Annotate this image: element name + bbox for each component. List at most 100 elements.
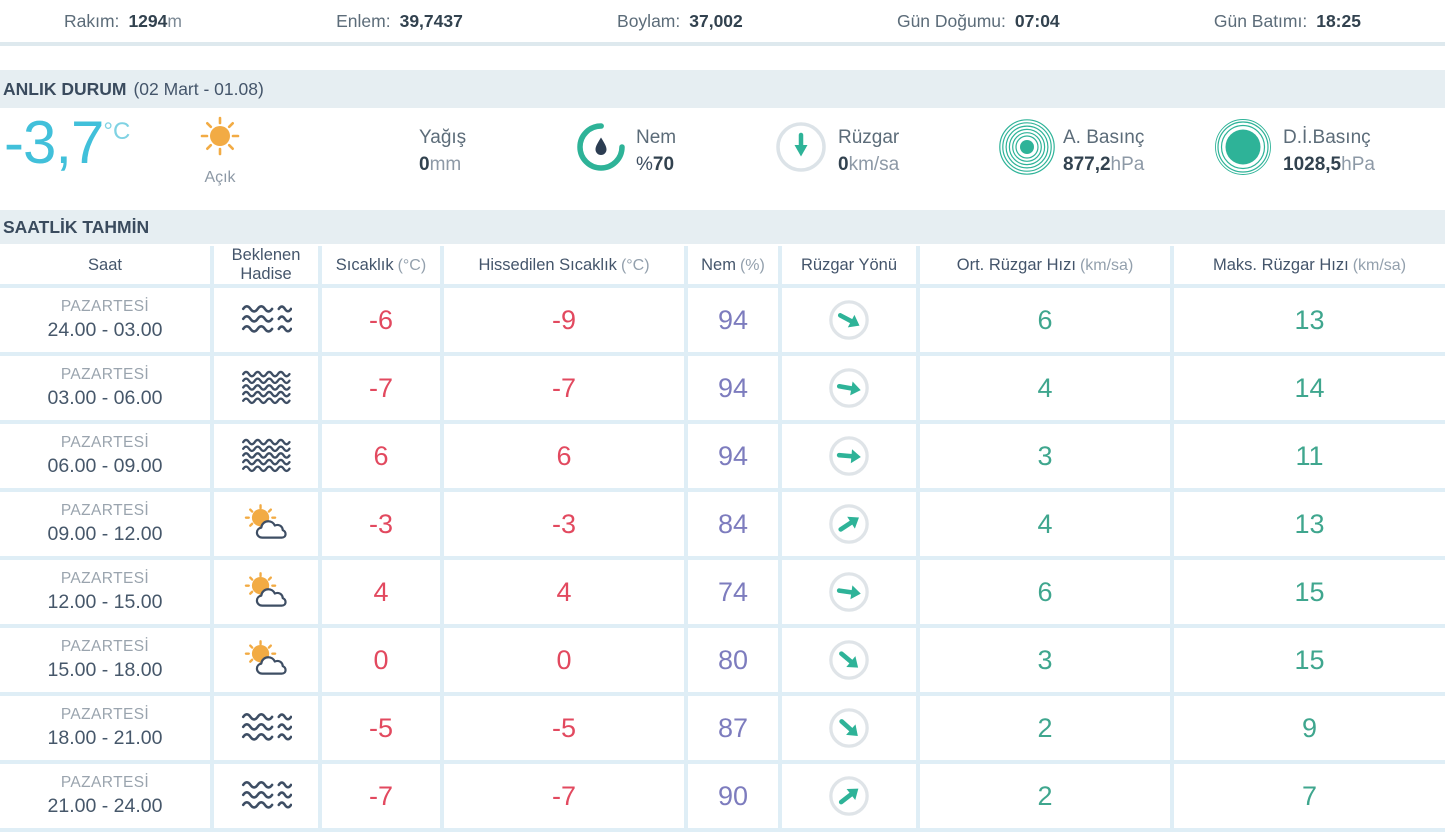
avg-wind-speed-value: 2 <box>920 764 1170 828</box>
day-label: PAZARTESİ <box>61 638 149 656</box>
fog-dense-icon <box>240 368 292 408</box>
wind-direction-cell <box>782 492 916 556</box>
wind-direction-arrow-icon <box>827 638 871 682</box>
humidity-value: 84 <box>688 492 778 556</box>
wind-label: Rüzgar <box>838 124 899 151</box>
avg-wind-speed-value: 6 <box>920 560 1170 624</box>
sun-cloud-icon <box>240 640 292 680</box>
day-label: PAZARTESİ <box>61 434 149 452</box>
col-header-time: Saat <box>0 246 210 284</box>
wind-direction-arrow-icon <box>827 706 871 750</box>
forecast-row-event-cell <box>214 356 318 420</box>
humidity-value: 74 <box>688 560 778 624</box>
wind-direction-arrow-icon <box>827 774 871 818</box>
wind-direction-cell <box>782 424 916 488</box>
feels-like-value: -3 <box>444 492 684 556</box>
time-range: 18.00 - 21.00 <box>48 727 163 750</box>
sunrise-value: 07:04 <box>1015 11 1060 31</box>
fog-patchy-icon <box>240 300 292 340</box>
sea-level-pressure-unit: hPa <box>1341 154 1375 175</box>
station-pressure-value: 877,2 <box>1063 154 1111 175</box>
humidity-gauge-icon <box>574 120 628 179</box>
section-title: ANLIK DURUM <box>3 79 126 100</box>
time-range: 03.00 - 06.00 <box>48 387 163 410</box>
max-wind-speed-value: 13 <box>1174 288 1445 352</box>
avg-wind-speed-value: 4 <box>920 492 1170 556</box>
wind-direction-arrow-icon <box>827 298 871 342</box>
section-title: SAATLİK TAHMİN <box>3 217 149 238</box>
col-header-feels-like: Hissedilen Sıcaklık(°C) <box>444 246 684 284</box>
station-pressure-metric: A. Basınç 877,2hPa <box>1063 124 1144 178</box>
fog-dense-icon <box>240 436 292 476</box>
longitude-stat: Boylam:37,002 <box>617 11 743 32</box>
sunrise-stat: Gün Doğumu:07:04 <box>897 11 1060 32</box>
max-wind-speed-value: 11 <box>1174 424 1445 488</box>
station-pressure-unit: hPa <box>1111 154 1145 175</box>
forecast-row-time-cell: PAZARTESİ 03.00 - 06.00 <box>0 356 210 420</box>
sunset-label: Gün Batımı: <box>1214 11 1307 31</box>
forecast-row-time-cell: PAZARTESİ 09.00 - 12.00 <box>0 492 210 556</box>
humidity-value: 80 <box>688 628 778 692</box>
current-temperature-unit: °C <box>103 120 130 174</box>
forecast-row-event-cell <box>214 424 318 488</box>
wind-value-line: 0km/sa <box>838 151 899 178</box>
wind-down-arrow-icon <box>774 120 828 179</box>
forecast-row-time-cell: PAZARTESİ 15.00 - 18.00 <box>0 628 210 692</box>
wind-unit: km/sa <box>849 154 900 175</box>
col-header-avg-wind: Ort. Rüzgar Hızı(km/sa) <box>920 246 1170 284</box>
day-label: PAZARTESİ <box>61 774 149 792</box>
humidity-value: 94 <box>688 424 778 488</box>
time-range: 21.00 - 24.00 <box>48 795 163 818</box>
latitude-label: Enlem: <box>336 11 390 31</box>
wind-direction <box>827 638 871 682</box>
station-pressure-icon <box>998 118 1056 181</box>
avg-wind-speed-value: 6 <box>920 288 1170 352</box>
forecast-row-event-cell <box>214 628 318 692</box>
time-range: 15.00 - 18.00 <box>48 659 163 682</box>
altitude-unit: m <box>167 11 182 31</box>
wind-direction-arrow-icon <box>827 366 871 410</box>
forecast-row-time-cell: PAZARTESİ 24.00 - 03.00 <box>0 288 210 352</box>
feels-like-value: 6 <box>444 424 684 488</box>
wind-direction-cell <box>782 628 916 692</box>
wind-direction <box>827 706 871 750</box>
fog-patchy-icon <box>240 776 292 816</box>
precipitation-value-line: 0mm <box>419 151 466 178</box>
avg-wind-speed-value: 2 <box>920 696 1170 760</box>
feels-like-value: -5 <box>444 696 684 760</box>
col-header-max-wind: Maks. Rüzgar Hızı(km/sa) <box>1174 246 1445 284</box>
humidity-value: 90 <box>688 764 778 828</box>
temperature-value: 4 <box>322 560 440 624</box>
day-label: PAZARTESİ <box>61 706 149 724</box>
humidity-value: 94 <box>688 356 778 420</box>
altitude-stat: Rakım:1294m <box>64 11 182 32</box>
station-pressure-value-line: 877,2hPa <box>1063 151 1144 178</box>
altitude-value: 1294 <box>128 11 167 31</box>
sun-cloud-icon <box>240 572 292 612</box>
station-info-bar: Rakım:1294m Enlem:39,7437 Boylam:37,002 … <box>0 0 1445 42</box>
wind-direction <box>827 434 871 478</box>
humidity-value: 70 <box>653 154 674 175</box>
feels-like-value: -7 <box>444 764 684 828</box>
temperature-value: 0 <box>322 628 440 692</box>
wind-direction <box>827 298 871 342</box>
day-label: PAZARTESİ <box>61 570 149 588</box>
temperature-value: -3 <box>322 492 440 556</box>
forecast-row-event-cell <box>214 560 318 624</box>
day-label: PAZARTESİ <box>61 502 149 520</box>
humidity-label: Nem <box>636 124 676 151</box>
sun-cloud-icon <box>240 504 292 544</box>
fog-patchy-icon <box>240 708 292 748</box>
time-range: 24.00 - 03.00 <box>48 319 163 342</box>
wind-direction-cell <box>782 288 916 352</box>
section-subtitle: (02 Mart - 01.08) <box>133 79 263 100</box>
avg-wind-speed-value: 4 <box>920 356 1170 420</box>
wind-direction <box>827 774 871 818</box>
forecast-row-event-cell <box>214 288 318 352</box>
weather-current-and-hourly-panel: Rakım:1294m Enlem:39,7437 Boylam:37,002 … <box>0 0 1445 832</box>
forecast-row-time-cell: PAZARTESİ 21.00 - 24.00 <box>0 764 210 828</box>
sun-icon <box>197 149 243 166</box>
forecast-row-event-cell <box>214 764 318 828</box>
wind-direction-arrow-icon <box>827 502 871 546</box>
time-range: 09.00 - 12.00 <box>48 523 163 546</box>
